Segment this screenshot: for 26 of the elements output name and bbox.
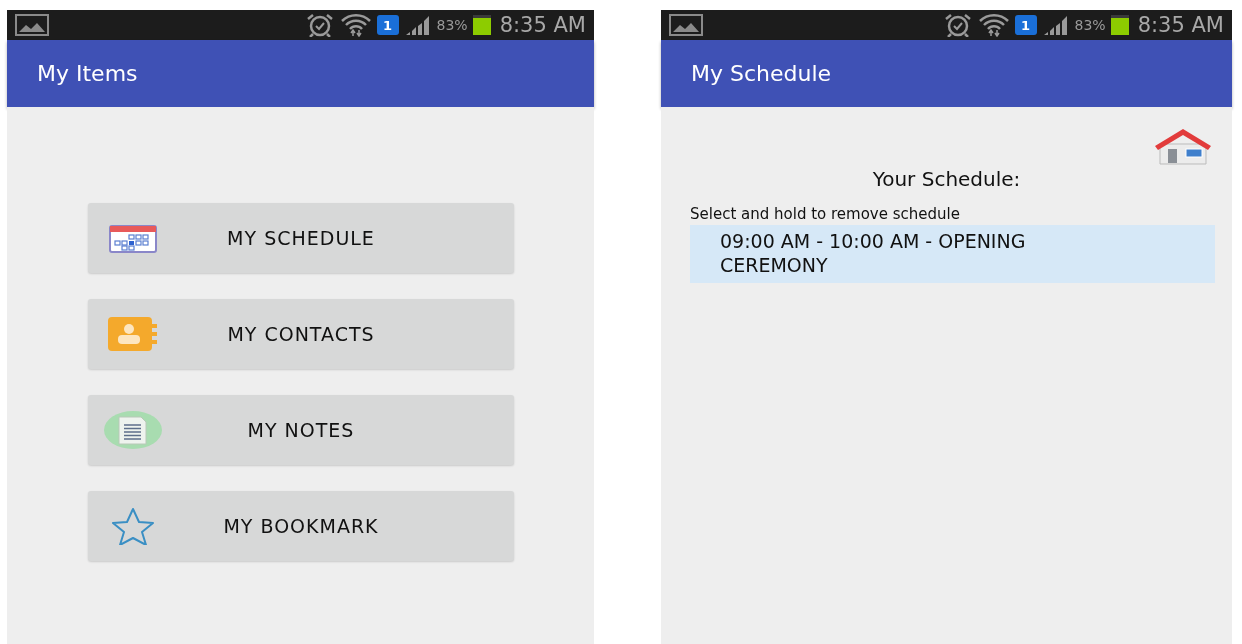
menu-button[interactable]: MY SCHEDULE: [88, 203, 514, 273]
battery-percentage: 83%: [436, 17, 468, 33]
app-title: My Items: [37, 61, 138, 86]
picture-icon: [15, 14, 49, 36]
schedule-item[interactable]: 09:00 AM - 10:00 AM - OPENING CEREMONY: [690, 225, 1215, 283]
hint-text: Select and hold to remove schedule: [690, 205, 961, 223]
notes-icon: [103, 410, 163, 450]
clock-time: 8:35 AM: [499, 13, 586, 37]
contact-book-icon: [107, 316, 159, 352]
menu-button[interactable]: MY BOOKMARK: [88, 491, 514, 561]
clock-time: 8:35 AM: [1137, 13, 1224, 37]
wifi-icon: [977, 13, 1010, 37]
calendar-icon: [109, 223, 157, 253]
schedule-heading: Your Schedule:: [871, 167, 1022, 191]
battery-icon: [1110, 15, 1129, 35]
battery-icon: [472, 15, 491, 35]
app-title: My Schedule: [691, 61, 832, 86]
picture-icon: [669, 14, 703, 36]
sim-card-badge: 1: [1014, 15, 1037, 35]
home-button[interactable]: [1154, 127, 1212, 165]
battery-percentage: 83%: [1074, 17, 1106, 33]
sim-card-badge: 1: [376, 15, 399, 35]
house-icon: [1154, 127, 1212, 165]
wifi-icon: [339, 13, 372, 37]
menu-button[interactable]: MY CONTACTS: [88, 299, 514, 369]
menu-button[interactable]: MY NOTES: [88, 395, 514, 465]
